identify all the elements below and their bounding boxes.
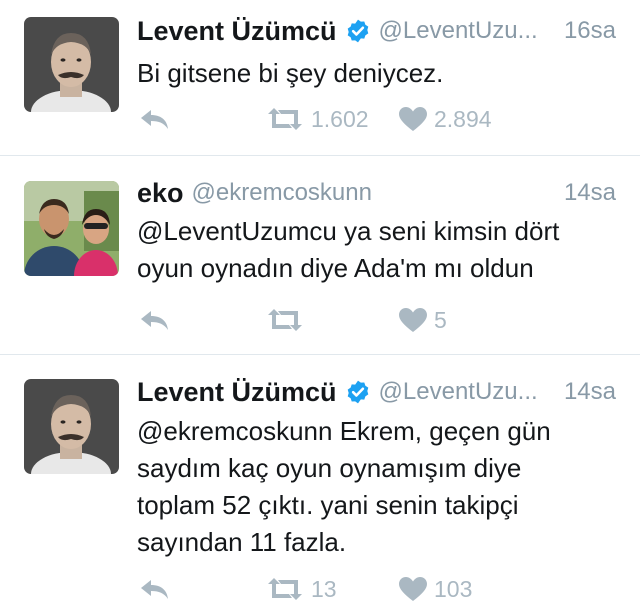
author-handle[interactable]: @ekremcoskunn	[192, 179, 554, 207]
tweet-text: @LeventUzumcu ya seni kimsin dört oyun o…	[137, 213, 620, 287]
reply-icon	[141, 580, 168, 599]
tweet-header: eko @ekremcoskunn 14sa	[137, 175, 616, 211]
author-name[interactable]: Levent Üzümcü	[137, 377, 337, 408]
tweet-timestamp[interactable]: 16sa	[564, 17, 616, 45]
reply-button[interactable]	[137, 101, 171, 137]
heart-icon	[399, 308, 427, 332]
heart-icon	[399, 577, 427, 601]
retweet-icon	[268, 578, 302, 600]
tweet-text-line: saydım kaç oyun oynamışım diye	[137, 453, 522, 483]
tweet-timestamp[interactable]: 14sa	[564, 378, 616, 406]
author-name[interactable]: eko	[137, 178, 184, 209]
tweet-text-line: oyun oynadın diye Ada'm mı oldun	[137, 253, 534, 283]
like-count: 2.894	[434, 105, 492, 132]
retweet-button[interactable]	[265, 302, 311, 338]
tweet-actions: 1.602 2.894	[137, 101, 557, 137]
avatar[interactable]	[24, 17, 119, 112]
tweet-actions: 5	[137, 302, 557, 338]
author-name[interactable]: Levent Üzümcü	[137, 16, 337, 47]
like-count: 103	[434, 575, 473, 602]
tweet-text: Bi gitsene bi şey deniycez.	[137, 55, 620, 92]
like-button[interactable]: 103	[398, 571, 472, 607]
retweet-count: 13	[311, 575, 337, 602]
retweet-button[interactable]: 1.602	[265, 101, 369, 137]
tweet-text: @ekremcoskunn Ekrem, geçen gün saydım ka…	[137, 413, 620, 561]
tweet-header: Levent Üzümcü @LeventUzu... 14sa	[137, 374, 616, 410]
tweet-timestamp[interactable]: 14sa	[564, 179, 616, 207]
tweet-text-line: sayından 11 fazla.	[137, 527, 347, 557]
reply-button[interactable]	[137, 302, 171, 338]
tweet-header: Levent Üzümcü @LeventUzu... 16sa	[137, 13, 616, 49]
tweet-text-line: toplam 52 çıktı. yani senin takipçi	[137, 490, 519, 520]
author-handle[interactable]: @LeventUzu...	[379, 378, 554, 406]
tweet-2[interactable]: eko @ekremcoskunn 14sa @LeventUzumcu ya …	[0, 156, 640, 354]
tweet-1[interactable]: Levent Üzümcü @LeventUzu... 16sa Bi gits…	[0, 0, 640, 155]
retweet-icon	[268, 309, 302, 331]
tweet-text-line: @ekremcoskunn Ekrem, geçen gün	[137, 416, 551, 446]
retweet-count: 1.602	[311, 105, 369, 132]
heart-icon	[399, 107, 427, 131]
like-count: 5	[434, 306, 447, 333]
reply-button[interactable]	[137, 571, 171, 607]
tweet-text-line: @LeventUzumcu ya seni kimsin dört	[137, 216, 560, 246]
like-button[interactable]: 5	[398, 302, 447, 338]
avatar[interactable]	[24, 181, 119, 276]
tweet-3[interactable]: Levent Üzümcü @LeventUzu... 14sa @ekremc…	[0, 355, 640, 613]
retweet-icon	[268, 108, 302, 130]
like-button[interactable]: 2.894	[398, 101, 492, 137]
verified-badge-icon	[347, 19, 368, 43]
verified-badge-icon	[347, 380, 368, 404]
reply-icon	[141, 110, 168, 129]
tweet-text-line: Bi gitsene bi şey deniycez.	[137, 58, 444, 88]
reply-icon	[141, 311, 168, 330]
avatar[interactable]	[24, 379, 119, 474]
author-handle[interactable]: @LeventUzu...	[379, 17, 554, 45]
retweet-button[interactable]: 13	[265, 571, 337, 607]
tweet-actions: 13 103	[137, 571, 557, 607]
